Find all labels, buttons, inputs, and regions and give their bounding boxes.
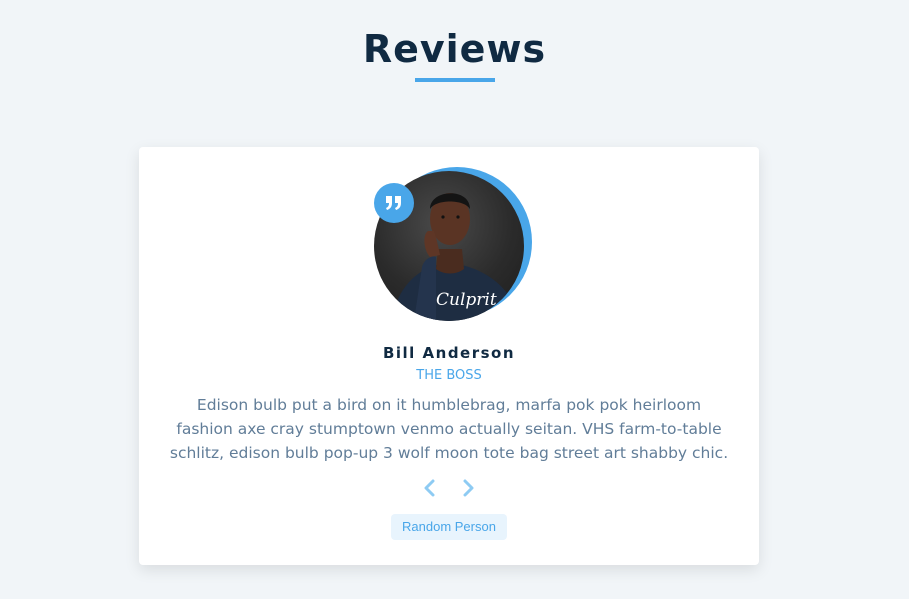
quote-right-icon: [374, 183, 414, 223]
page-title: Reviews: [362, 27, 547, 71]
avatar-container: Culprit: [374, 167, 532, 321]
shirt-text: Culprit: [436, 290, 497, 310]
reviews-page: Reviews Culprit Bill Anderson THE BOSS E…: [0, 0, 909, 599]
author-name: Bill Anderson: [382, 344, 516, 362]
author-job: THE BOSS: [416, 368, 482, 383]
review-text: Edison bulb put a bird on it humblebrag,…: [169, 396, 729, 462]
chevron-left-icon: [422, 479, 436, 500]
section-title: Reviews: [0, 26, 909, 82]
random-person-button[interactable]: Random Person: [391, 514, 507, 540]
chevron-right-icon: [462, 479, 476, 500]
nav-buttons: [139, 477, 759, 501]
title-underline: [414, 78, 495, 82]
next-button[interactable]: [458, 477, 480, 501]
review-card: Culprit Bill Anderson THE BOSS Edison bu…: [139, 147, 759, 565]
prev-button[interactable]: [418, 477, 440, 501]
